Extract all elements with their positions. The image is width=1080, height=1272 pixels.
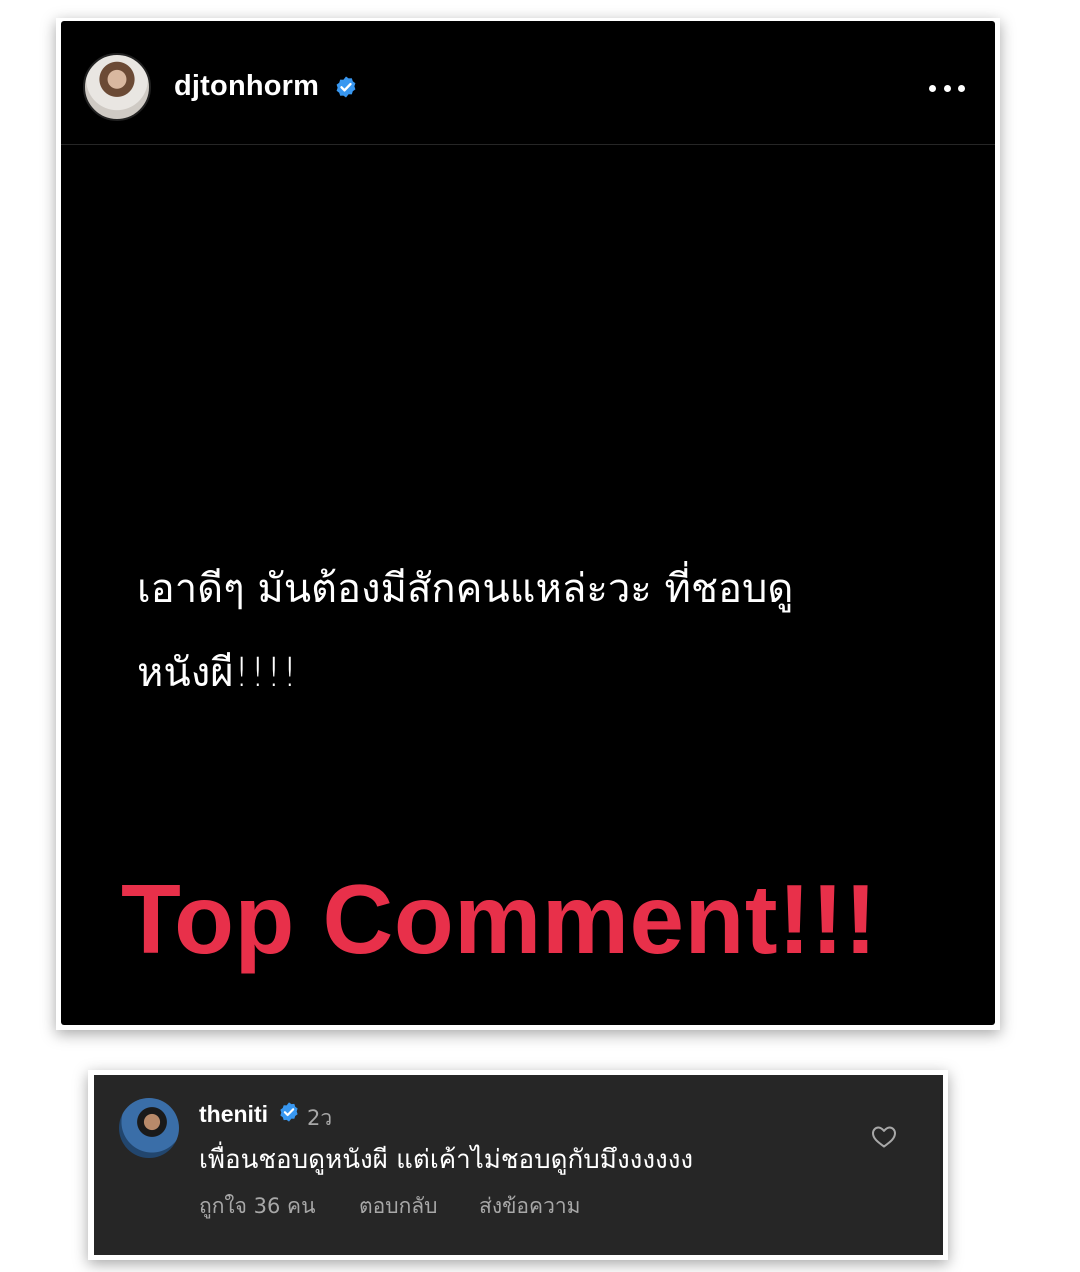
comment-card-frame: theniti 2ว เพื่อนชอบดูหนังผี แต่เค้าไม่ช… [88, 1070, 948, 1260]
comment-item: theniti 2ว เพื่อนชอบดูหนังผี แต่เค้าไม่ช… [94, 1075, 943, 1255]
avatar[interactable] [119, 1098, 179, 1158]
instagram-post: djtonhorm เอาดีๆ มันต้องมีสักคนแหล่ะวะ ท… [61, 21, 995, 1025]
comment-text: เพื่อนชอบดูหนังผี แต่เค้าไม่ชอบดูกับมึงง… [199, 1145, 694, 1175]
heart-outline-icon[interactable] [871, 1125, 897, 1149]
more-options-icon[interactable] [929, 83, 965, 93]
avatar[interactable] [83, 53, 151, 121]
verified-badge-icon [280, 1102, 298, 1122]
comment-timestamp: 2ว [307, 1106, 333, 1130]
comment-likes-count[interactable]: ถูกใจ 36 คน [199, 1190, 315, 1223]
post-card-frame: djtonhorm เอาดีๆ มันต้องมีสักคนแหล่ะวะ ท… [56, 18, 1000, 1030]
verified-badge-icon [336, 76, 356, 98]
post-text-line-1: เอาดีๆ มันต้องมีสักคนแหล่ะวะ ที่ชอบดู [137, 566, 794, 612]
top-comment-overlay-text: Top Comment!!! [121, 864, 878, 974]
post-text-line-2: หนังผี!!!! [137, 650, 298, 696]
send-message-button[interactable]: ส่งข้อความ [479, 1190, 581, 1223]
comment-username[interactable]: theniti [199, 1101, 268, 1128]
post-caption-text: เอาดีๆ มันต้องมีสักคนแหล่ะวะ ที่ชอบดู หน… [137, 547, 957, 715]
post-username[interactable]: djtonhorm [174, 70, 319, 103]
reply-button[interactable]: ตอบกลับ [359, 1190, 438, 1223]
post-header: djtonhorm [61, 21, 995, 145]
